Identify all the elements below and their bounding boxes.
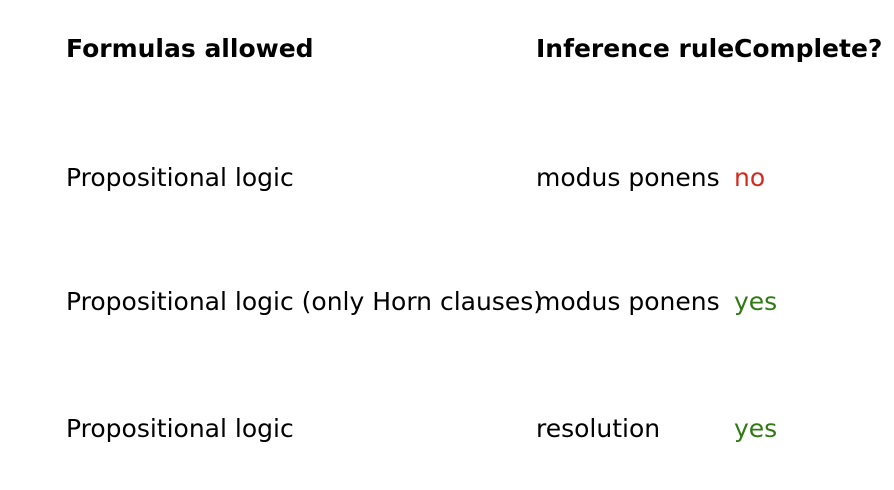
row-2-rule: modus ponens	[536, 287, 720, 316]
completeness-table: Formulas allowed Inference rule Complete…	[0, 0, 894, 490]
row-3-formulas: Propositional logic	[66, 414, 294, 443]
header-inference-rule: Inference rule	[536, 34, 735, 63]
row-1-complete: no	[734, 163, 766, 192]
row-3-complete: yes	[734, 414, 778, 443]
row-2-formulas: Propositional logic (only Horn clauses)	[66, 287, 543, 316]
header-formulas-allowed: Formulas allowed	[66, 34, 314, 63]
row-2-complete: yes	[734, 287, 778, 316]
row-1-rule: modus ponens	[536, 163, 720, 192]
row-3-rule: resolution	[536, 414, 661, 443]
row-1-formulas: Propositional logic	[66, 163, 294, 192]
header-complete: Complete?	[734, 34, 883, 63]
